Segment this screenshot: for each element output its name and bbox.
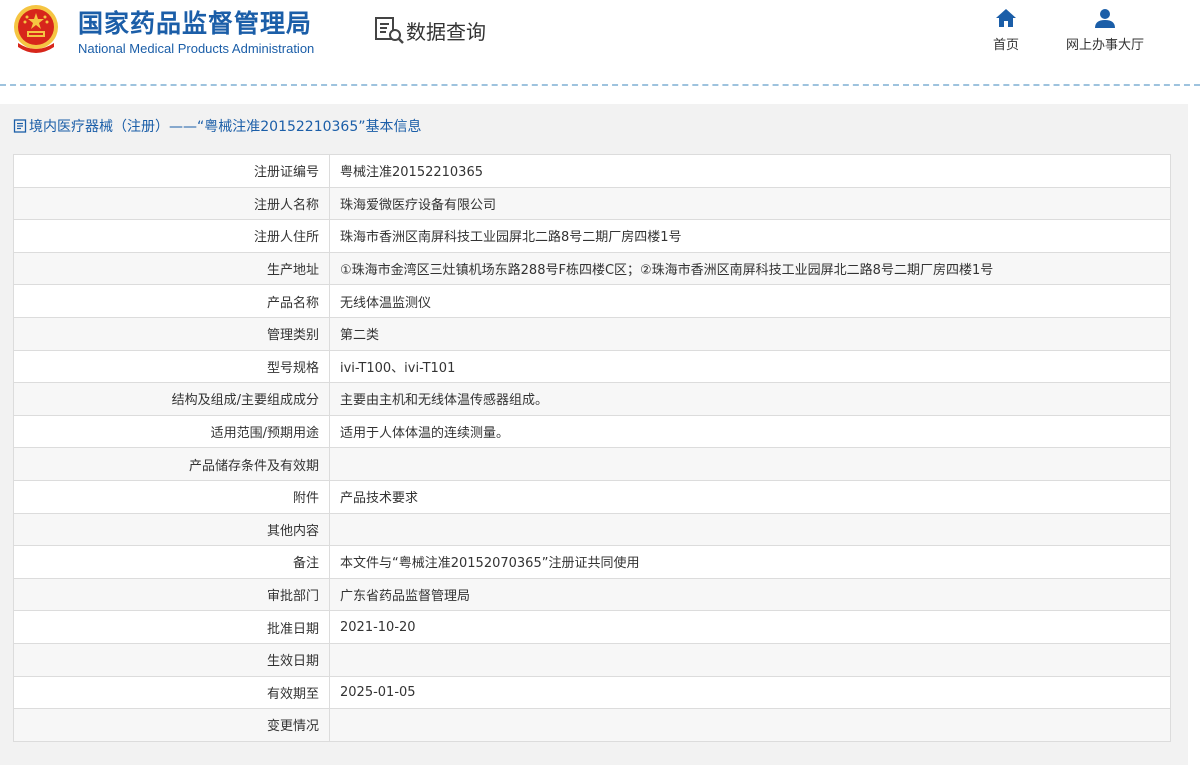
panel-title-text: 境内医疗器械（注册）——“粤械注准20152210365”基本信息 — [29, 119, 422, 135]
table-row: 批准日期 2021-10-20 — [13, 610, 1171, 644]
row-label: 管理类别 — [13, 316, 330, 351]
table-row: 审批部门 广东省药品监督管理局 — [13, 577, 1171, 612]
row-label: 审批部门 — [13, 577, 330, 612]
row-value: ivi-T100、ivi-T101 — [329, 349, 1171, 384]
national-emblem-icon — [14, 5, 58, 53]
row-label: 型号规格 — [13, 349, 330, 384]
site-subtitle: National Medical Products Administration — [78, 41, 315, 56]
row-label: 注册人名称 — [13, 186, 330, 221]
row-label: 结构及组成/主要组成成分 — [13, 382, 330, 416]
row-label: 注册证编号 — [13, 154, 330, 188]
data-query-label: 数据查询 — [406, 19, 486, 44]
table-row: 变更情况 — [13, 708, 1171, 742]
row-label: 附件 — [13, 479, 330, 514]
row-value: 珠海市香洲区南屏科技工业园屏北二路8号二期厂房四楼1号 — [329, 219, 1171, 253]
table-row: 生产地址 ①珠海市金湾区三灶镇机场东路288号F栋四楼C区；②珠海市香洲区南屏科技… — [13, 251, 1171, 286]
row-value: 粤械注准20152210365 — [329, 154, 1171, 188]
row-label: 注册人住所 — [13, 219, 330, 253]
info-table: 注册证编号 粤械注准20152210365 注册人名称 珠海爱微医疗设备有限公司 注册人… — [13, 154, 1171, 742]
table-row: 结构及组成/主要组成成分 主要由主机和无线体温传感器组成。 — [13, 382, 1171, 416]
row-value — [329, 642, 1171, 677]
detail-panel: 境内医疗器械（注册）——“粤械注准20152210365”基本信息 注册证编号粤… — [0, 104, 1188, 765]
table-row: 其他内容 — [13, 512, 1171, 547]
table-row: 附件 产品技术要求 — [13, 479, 1171, 514]
row-label: 生产地址 — [13, 251, 330, 286]
site-title: 国家药品监督管理局 — [78, 9, 313, 38]
nav-home[interactable]: 首页 — [986, 8, 1026, 53]
row-value — [329, 512, 1171, 547]
row-label: 其他内容 — [13, 512, 330, 547]
data-query-link[interactable]: 数据查询 — [374, 14, 486, 46]
table-row: 备注 本文件与“粤械注准20152070365”注册证共同使用 — [13, 545, 1171, 579]
row-value: 2021-10-20 — [329, 610, 1171, 644]
table-row: 产品名称 无线体温监测仪 — [13, 284, 1171, 318]
table-row: 产品储存条件及有效期 — [13, 447, 1171, 481]
row-value: 主要由主机和无线体温传感器组成。 — [329, 382, 1171, 416]
panel-title: 境内医疗器械（注册）——“粤械注准20152210365”基本信息 — [13, 116, 421, 136]
row-value: 珠海爱微医疗设备有限公司 — [329, 186, 1171, 221]
row-value: 适用于人体体温的连续测量。 — [329, 414, 1171, 449]
home-icon — [996, 9, 1016, 27]
nav-online-service-label: 网上办事大厅 — [1065, 38, 1144, 53]
row-value: 广东省药品监督管理局 — [329, 577, 1171, 612]
user-icon — [1095, 9, 1115, 28]
row-label: 生效日期 — [13, 642, 330, 677]
table-row: 生效日期 — [13, 642, 1171, 677]
table-row: 管理类别 第二类 — [13, 316, 1171, 351]
document-search-icon — [375, 17, 404, 44]
row-label: 变更情况 — [13, 708, 330, 742]
row-label: 批准日期 — [13, 610, 330, 644]
document-icon — [13, 119, 27, 133]
row-label: 产品名称 — [13, 284, 330, 318]
table-row: 适用范围/预期用途 适用于人体体温的连续测量。 — [13, 414, 1171, 449]
row-value: 无线体温监测仪 — [329, 284, 1171, 318]
row-value — [329, 447, 1171, 481]
row-value: 第二类 — [329, 316, 1171, 351]
table-row: 注册人名称 珠海爱微医疗设备有限公司 — [13, 186, 1171, 221]
nav-online-service[interactable]: 网上办事大厅 — [1058, 8, 1152, 53]
table-row: 型号规格 ivi-T100、ivi-T101 — [13, 349, 1171, 384]
row-label: 备注 — [13, 545, 330, 579]
nav-home-label: 首页 — [992, 38, 1019, 53]
row-value: 产品技术要求 — [329, 479, 1171, 514]
table-row: 有效期至 2025-01-05 — [13, 675, 1171, 710]
row-label: 有效期至 — [13, 675, 330, 710]
row-value: 本文件与“粤械注准20152070365”注册证共同使用 — [329, 545, 1171, 579]
row-value: 2025-01-05 — [329, 675, 1171, 710]
table-row: 注册人住所 珠海市香洲区南屏科技工业园屏北二路8号二期厂房四楼1号 — [13, 219, 1171, 253]
table-row: 注册证编号 粤械注准20152210365 — [13, 154, 1171, 188]
row-label: 适用范围/预期用途 — [13, 414, 330, 449]
row-label: 产品储存条件及有效期 — [13, 447, 330, 481]
site-header: 国家药品监督管理局 National Medical Products Admi… — [0, 0, 1200, 86]
row-value — [329, 708, 1171, 742]
row-value: ①珠海市金湾区三灶镇机场东路288号F栋四楼C区；②珠海市香洲区南屏科技工业园屏… — [329, 251, 1171, 286]
